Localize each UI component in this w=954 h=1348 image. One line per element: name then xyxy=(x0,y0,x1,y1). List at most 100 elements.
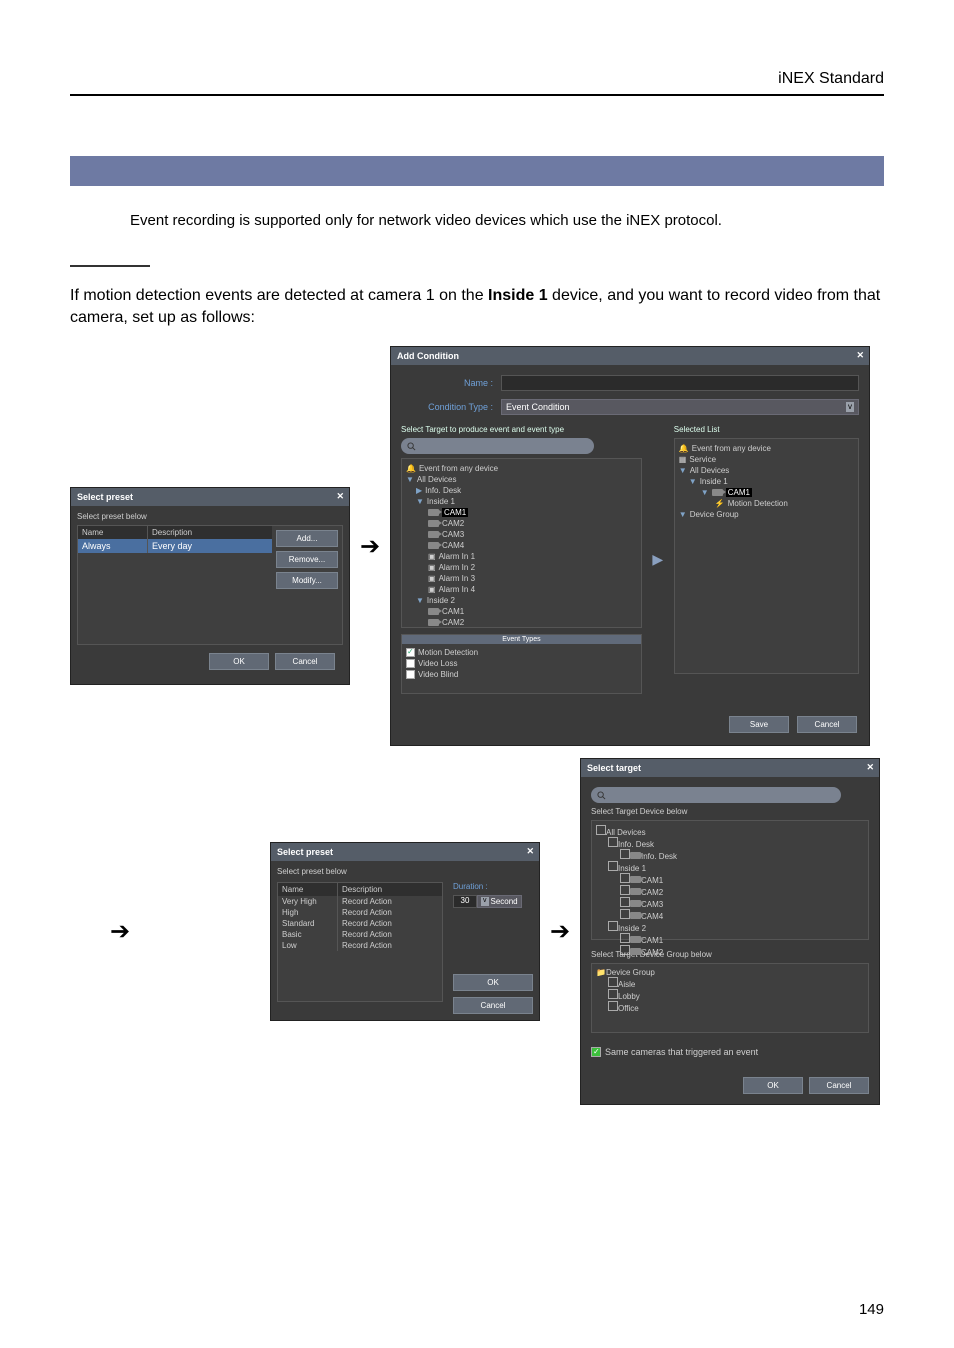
addcond-right-tree[interactable]: 🔔Event from any device ▦Service ▼All Dev… xyxy=(674,438,859,674)
checkbox[interactable] xyxy=(406,648,415,657)
expand-icon: ▼ xyxy=(679,510,687,519)
ok-button[interactable]: OK xyxy=(453,974,533,991)
preset1-row-name: Always xyxy=(78,539,148,553)
close-icon[interactable]: ✕ xyxy=(526,846,534,857)
tree-item: CAM1 xyxy=(641,876,663,885)
save-button[interactable]: Save xyxy=(729,716,789,733)
remove-button[interactable]: Remove... xyxy=(276,551,338,568)
events-head: Event Types xyxy=(402,635,641,644)
cancel-button[interactable]: Cancel xyxy=(453,997,533,1014)
row-name: High xyxy=(278,907,338,918)
close-icon[interactable]: ✕ xyxy=(856,350,864,361)
preset1-col-name: Name xyxy=(78,526,148,539)
checkbox[interactable] xyxy=(608,861,618,871)
checkbox[interactable] xyxy=(620,933,630,943)
example-intro: If motion detection events are detected … xyxy=(70,285,884,328)
seltarget-title: Select target ✕ xyxy=(581,759,879,777)
section-bar xyxy=(70,156,884,186)
preset1-col-desc: Description xyxy=(148,526,272,539)
camera-icon xyxy=(428,520,439,527)
preset2-list[interactable]: Name Description Very HighRecord Action … xyxy=(277,882,443,1002)
seltarget-tree[interactable]: All Devices Info. Desk Info. Desk Inside… xyxy=(591,820,869,940)
tree-item: Device Group xyxy=(690,510,739,519)
chevron-down-icon: v xyxy=(846,402,854,412)
cancel-button[interactable]: Cancel xyxy=(275,653,335,670)
note-text: Event recording is supported only for ne… xyxy=(70,212,884,229)
cancel-button[interactable]: Cancel xyxy=(809,1077,869,1094)
row-name: Basic xyxy=(278,929,338,940)
checkbox[interactable] xyxy=(608,837,618,847)
checkbox[interactable] xyxy=(406,659,415,668)
modify-button[interactable]: Modify... xyxy=(276,572,338,589)
addcond-type-select[interactable]: Event Condition v xyxy=(501,399,859,415)
list-item[interactable]: HighRecord Action xyxy=(278,907,442,918)
preset2-title-text: Select preset xyxy=(277,847,333,857)
select-preset-action-dialog: Select preset ✕ Select preset below Name… xyxy=(270,842,540,1021)
arrow-icon: ➔ xyxy=(70,917,170,946)
intro-bold: Inside 1 xyxy=(488,287,548,304)
add-button[interactable]: Add... xyxy=(276,530,338,547)
camera-icon xyxy=(428,509,439,516)
cancel-button[interactable]: Cancel xyxy=(797,716,857,733)
select-preset-schedule-dialog: Select preset ✕ Select preset below Name… xyxy=(70,487,350,685)
close-icon[interactable]: ✕ xyxy=(866,762,874,773)
list-item[interactable]: LowRecord Action xyxy=(278,940,442,951)
checkbox[interactable] xyxy=(406,670,415,679)
select-target-dialog: Select target ✕ Select Target Device bel… xyxy=(580,758,880,1105)
seltarget-sub1: Select Target Device below xyxy=(591,807,869,816)
checkbox[interactable] xyxy=(620,873,630,883)
preset1-sub: Select preset below xyxy=(77,512,343,521)
camera-icon xyxy=(630,876,641,883)
tree-item: CAM2 xyxy=(442,519,464,528)
checkbox[interactable] xyxy=(620,897,630,907)
checkbox[interactable] xyxy=(608,977,618,987)
close-icon[interactable]: ✕ xyxy=(336,491,344,502)
checkbox[interactable] xyxy=(596,825,606,835)
expand-icon: ▼ xyxy=(416,596,424,605)
same-cameras-checkbox[interactable] xyxy=(591,1047,601,1057)
duration-unit-select[interactable]: v Second xyxy=(477,895,522,908)
tree-item: Event from any device xyxy=(419,464,498,473)
camera-icon xyxy=(712,489,723,496)
move-right-button[interactable]: ▶ xyxy=(650,425,666,694)
service-icon: ▦ xyxy=(679,455,687,464)
tree-item: Service xyxy=(689,455,716,464)
camera-icon xyxy=(428,531,439,538)
search-input[interactable] xyxy=(591,787,841,803)
list-item[interactable]: Very HighRecord Action xyxy=(278,896,442,907)
preset2-sub: Select preset below xyxy=(271,861,539,876)
event-motion: Motion Detection xyxy=(418,648,478,657)
checkbox[interactable] xyxy=(620,885,630,895)
arrow-icon: ➔ xyxy=(350,532,390,561)
list-item[interactable]: StandardRecord Action xyxy=(278,918,442,929)
seltarget-group[interactable]: 📁Device Group Aisle Lobby Office xyxy=(591,963,869,1033)
checkbox[interactable] xyxy=(608,1001,618,1011)
motion-icon: ⚡ xyxy=(715,499,725,508)
row-name: Standard xyxy=(278,918,338,929)
checkbox[interactable] xyxy=(608,989,618,999)
preset1-row[interactable]: Always Every day xyxy=(78,539,272,553)
addcond-left-tree[interactable]: 🔔Event from any device ▼All Devices ▶Inf… xyxy=(401,458,642,628)
search-input[interactable] xyxy=(401,438,594,454)
tree-item: Motion Detection xyxy=(728,499,788,508)
page-number: 149 xyxy=(859,1301,884,1318)
duration-value[interactable]: 30 xyxy=(453,895,477,908)
checkbox[interactable] xyxy=(620,849,630,859)
intro-pre: If motion detection events are detected … xyxy=(70,287,488,304)
addcond-name-input[interactable] xyxy=(501,375,859,391)
ok-button[interactable]: OK xyxy=(209,653,269,670)
alarm-icon: ▣ xyxy=(428,585,436,594)
event-vloss: Video Loss xyxy=(418,659,457,668)
expand-icon: ▼ xyxy=(701,488,709,497)
event-any-icon: 🔔 xyxy=(406,464,416,473)
checkbox[interactable] xyxy=(620,909,630,919)
event-vblind: Video Blind xyxy=(418,670,458,679)
ok-button[interactable]: OK xyxy=(743,1077,803,1094)
row-name: Very High xyxy=(278,896,338,907)
checkbox[interactable] xyxy=(608,921,618,931)
list-item[interactable]: BasicRecord Action xyxy=(278,929,442,940)
camera-icon xyxy=(630,948,641,955)
camera-icon xyxy=(428,608,439,615)
expand-icon: ▶ xyxy=(416,486,422,495)
header-product: iNEX Standard xyxy=(70,70,884,88)
